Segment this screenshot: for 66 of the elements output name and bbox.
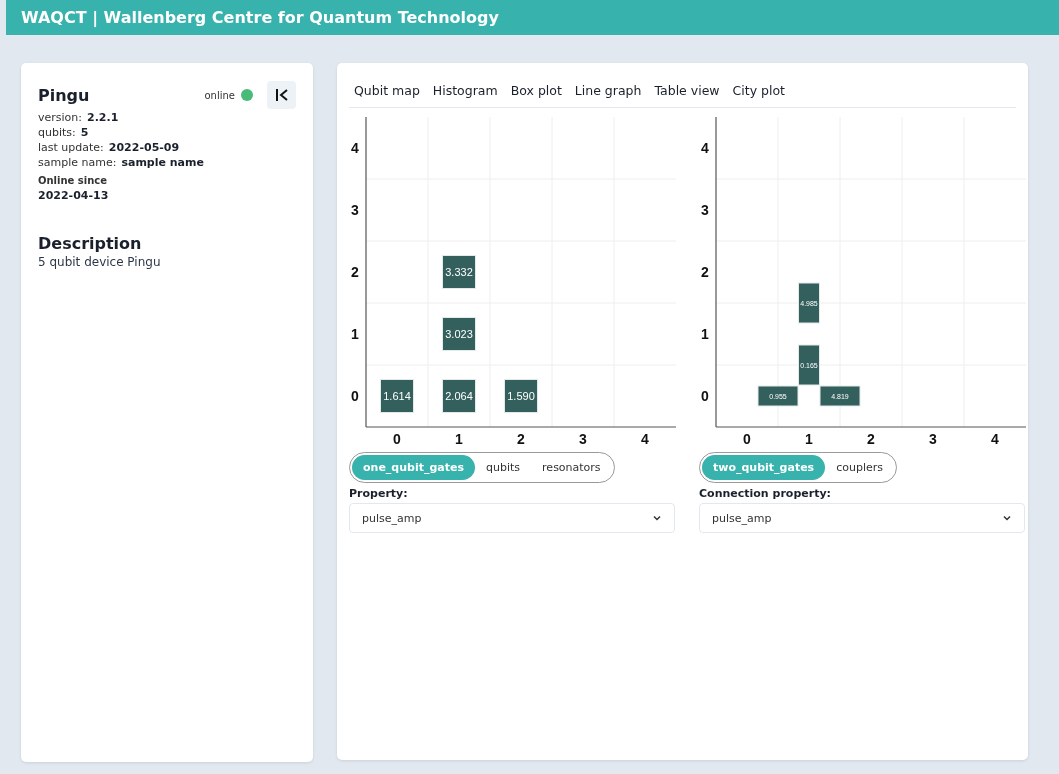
qubit-tile[interactable] — [442, 255, 476, 289]
x-tick-label: 4 — [641, 431, 649, 447]
property-label: Connection property: — [699, 487, 832, 500]
y-tick-label: 1 — [701, 326, 709, 342]
view-tab[interactable]: Qubit map — [349, 79, 425, 102]
value-label: 2.064 — [445, 390, 473, 402]
view-tab[interactable]: Line graph — [569, 79, 647, 102]
segment-option[interactable]: resonators — [531, 455, 612, 480]
detail-label: sample name: — [38, 156, 117, 169]
segment-option[interactable]: couplers — [825, 455, 894, 480]
qubit-tile[interactable] — [442, 317, 476, 351]
y-tick-label: 1 — [351, 326, 359, 342]
y-tick-label: 0 — [351, 388, 359, 404]
x-tick-label: 1 — [805, 431, 813, 447]
x-tick-label: 3 — [579, 431, 587, 447]
detail-value: 2.2.1 — [87, 111, 119, 124]
coupler-tile[interactable] — [798, 344, 820, 386]
x-tick-label: 4 — [991, 431, 999, 447]
detail-label: qubits: — [38, 126, 76, 139]
view-tab[interactable]: Box plot — [505, 79, 567, 102]
online-since-label: Online since — [38, 175, 109, 186]
x-tick-label: 0 — [743, 431, 751, 447]
y-tick-label: 3 — [351, 202, 359, 218]
collapse-button[interactable] — [267, 81, 296, 109]
detail-value: 5 — [80, 126, 89, 139]
detail-label: last update: — [38, 141, 104, 154]
property-select[interactable]: pulse_amp — [349, 503, 675, 533]
online-since-date: 2022-04-13 — [38, 189, 110, 202]
qubit-tile[interactable] — [504, 379, 538, 413]
detail-value: sample name — [121, 156, 204, 169]
chevron-down-icon — [652, 513, 662, 523]
qubit-tile[interactable] — [380, 379, 414, 413]
chevron-down-icon — [1002, 513, 1012, 523]
description-heading: Description — [38, 234, 143, 253]
detail-label: version: — [38, 111, 82, 124]
y-tick-label: 0 — [701, 388, 709, 404]
value-label: 3.023 — [445, 328, 473, 340]
value-label: 1.590 — [507, 390, 535, 402]
x-tick-label: 0 — [393, 431, 401, 447]
y-tick-label: 4 — [351, 140, 359, 156]
x-tick-label: 2 — [867, 431, 875, 447]
coupler-tile[interactable] — [757, 385, 799, 407]
collapse-icon — [273, 87, 290, 103]
app-title: WAQCT | Wallenberg Centre for Quantum Technology — [21, 8, 499, 27]
view-tab[interactable]: Table view — [649, 79, 725, 102]
view-tab[interactable]: Histogram — [427, 79, 503, 102]
value-label: 1.614 — [383, 390, 411, 402]
value-label: 3.332 — [445, 266, 473, 278]
status-label: online — [204, 89, 235, 101]
y-tick-label: 2 — [701, 264, 709, 280]
coupler-tile[interactable] — [819, 385, 861, 407]
x-tick-label: 3 — [929, 431, 937, 447]
view-tab[interactable]: City plot — [727, 79, 790, 102]
property-label: Property: — [349, 487, 409, 500]
property-select[interactable]: pulse_amp — [699, 503, 1025, 533]
coupler-tile[interactable] — [798, 282, 820, 324]
y-tick-label: 2 — [351, 264, 359, 280]
segment-option[interactable]: qubits — [475, 455, 532, 480]
description-text: 5 qubit device Pingu — [38, 255, 162, 269]
y-tick-label: 4 — [701, 140, 709, 156]
device-name: Pingu — [38, 85, 90, 105]
detail-value: 2022-05-09 — [108, 141, 180, 154]
x-tick-label: 2 — [517, 431, 525, 447]
y-tick-label: 3 — [701, 202, 709, 218]
qubit-tile[interactable] — [442, 379, 476, 413]
x-tick-label: 1 — [455, 431, 463, 447]
